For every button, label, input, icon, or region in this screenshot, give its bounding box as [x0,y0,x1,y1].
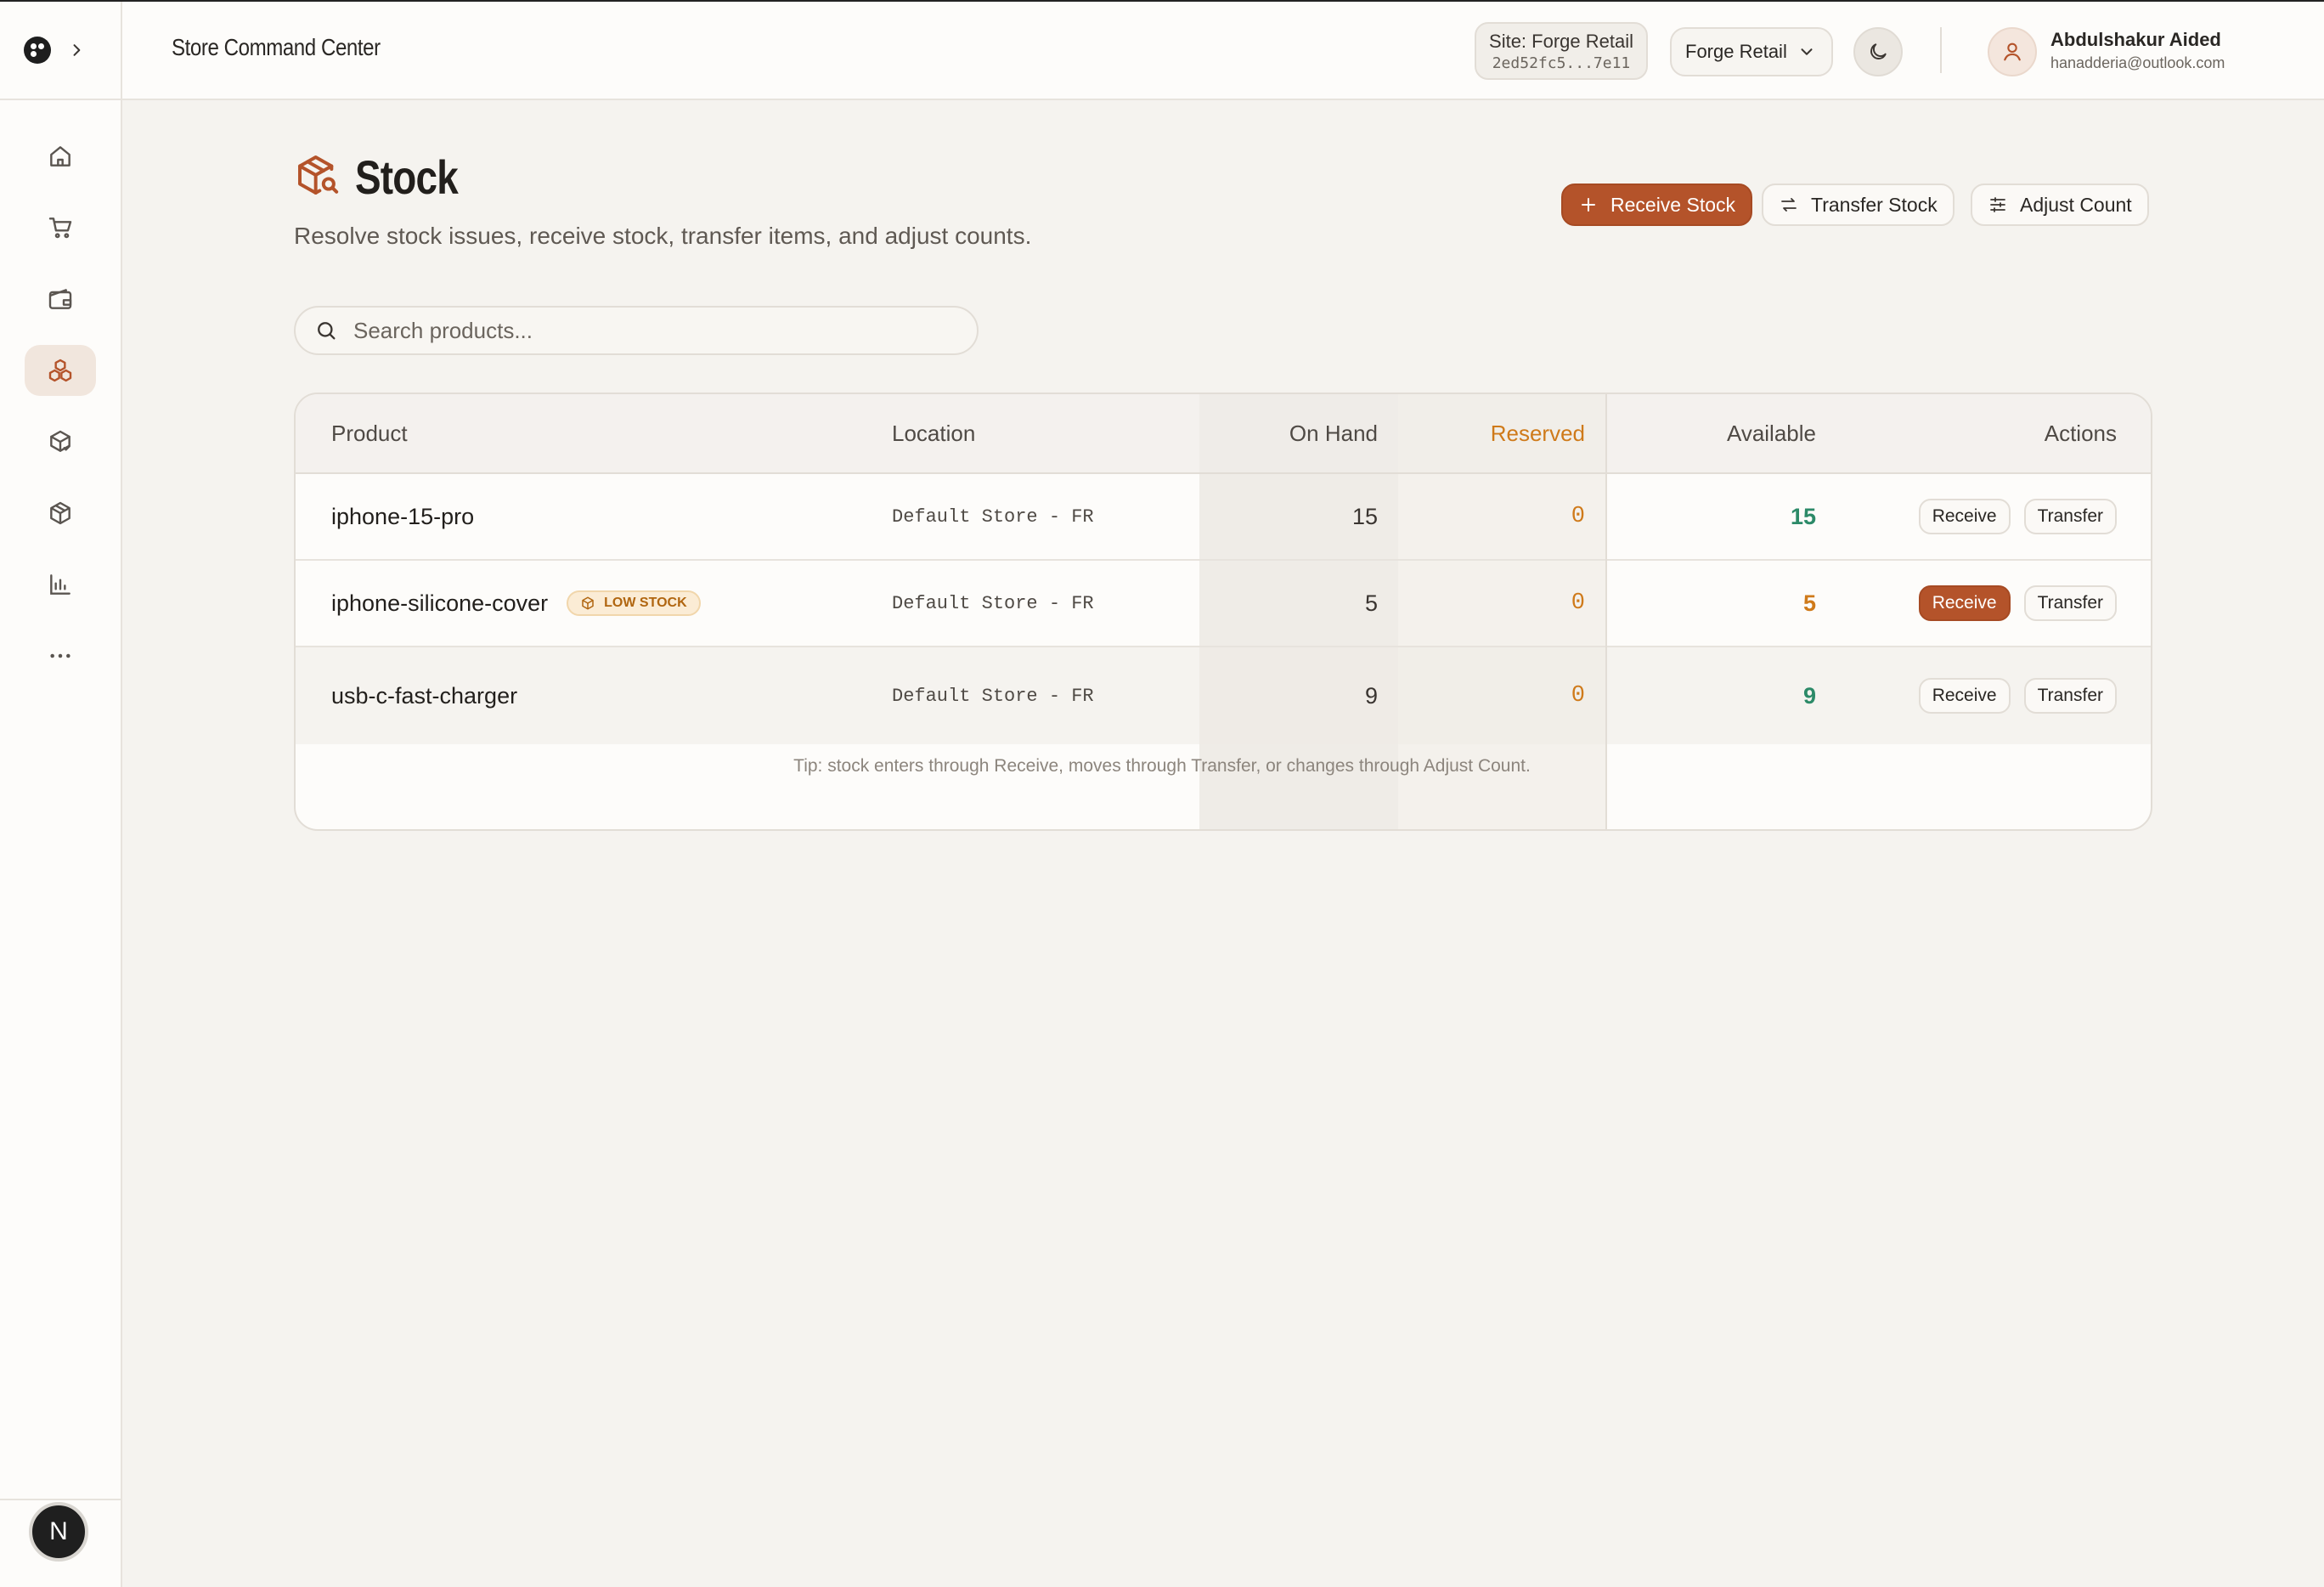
adjust-count-label: Adjust Count [2020,193,2132,216]
sidebar-header [0,2,121,100]
sidebar-divider [0,1499,121,1500]
page-title: Stock [355,150,459,204]
row-receive-button[interactable]: Receive [1918,499,2011,534]
transfer-stock-label: Transfer Stock [1811,193,1938,216]
actions-cell: Receive Transfer [1842,561,2117,646]
sidebar-item-stock[interactable] [25,345,96,396]
table-header-row: Product Location On Hand Reserved Availa… [296,394,2151,474]
product-name[interactable]: iphone-15-pro [331,504,474,530]
header-product[interactable]: Product [331,394,408,472]
transfer-stock-button[interactable]: Transfer Stock [1762,184,1955,226]
header-location[interactable]: Location [892,394,975,472]
workspace-avatar[interactable]: N [29,1502,88,1562]
search-bar[interactable] [294,306,979,355]
user-icon [2004,42,2021,61]
table-row[interactable]: iphone-silicone-cover LOW STOCK Default … [296,561,2151,647]
user-email: hanadderia@outlook.com [2050,54,2225,71]
user-name[interactable]: Abdulshakur Aided [2050,29,2221,51]
low-stock-badge-label: LOW STOCK [604,596,687,610]
reserved-cell: 0 [1571,504,1585,529]
receive-stock-label: Receive Stock [1610,193,1736,216]
sidebar-nav [0,100,121,681]
chevron-right-icon[interactable] [68,42,85,59]
product-cell: iphone-15-pro [331,474,474,559]
row-transfer-button[interactable]: Transfer [2023,585,2117,621]
on-hand-cell: 9 [1364,682,1378,709]
box-icon [50,501,71,525]
tenant-select[interactable]: Forge Retail [1670,27,1833,76]
site-label: Site: Forge Retail [1489,31,1633,52]
product-name[interactable]: usb-c-fast-charger [331,683,517,709]
topbar-divider [1940,27,1942,73]
sidebar-item-orders[interactable] [25,202,96,253]
site-chip[interactable]: Site: Forge Retail 2ed52fc5...7e11 [1475,22,1648,80]
table-row[interactable]: usb-c-fast-charger Default Store - FR 9 … [296,647,2151,744]
wallet-icon [48,289,72,309]
arrows-left-right-icon [1781,198,1797,212]
on-hand-cell: 15 [1351,503,1378,529]
app-window: N Store Command Center Site: Forge Retai… [0,0,2324,1587]
package-check-icon [50,430,71,452]
available-cell: 15 [1790,503,1816,529]
header-reserved[interactable]: Reserved [1398,394,1585,472]
home-icon [50,146,71,167]
table-row[interactable]: iphone-15-pro Default Store - FR 15 0 15… [296,474,2151,561]
sidebar-item-packages[interactable] [25,416,96,467]
actions-cell: Receive Transfer [1842,647,2117,744]
search-input[interactable] [353,317,948,344]
search-icon [318,322,336,340]
tenant-select-value: Forge Retail [1685,41,1787,62]
sidebar-item-more[interactable] [25,630,96,681]
row-transfer-button[interactable]: Transfer [2023,499,2117,534]
chevron-down-icon [1801,48,1813,55]
boxes-icon [48,359,72,382]
available-cell: 5 [1802,590,1816,616]
theme-toggle-button[interactable] [1853,27,1903,76]
location-cell: Default Store - FR [892,592,1094,614]
row-transfer-button[interactable]: Transfer [2023,678,2117,714]
sidebar-item-home[interactable] [25,131,96,182]
location-cell: Default Store - FR [892,685,1094,707]
package-search-icon [298,155,339,195]
header-actions: Actions [2044,420,2117,446]
bar-chart-icon [50,574,71,595]
sidebar: N [0,2,122,1587]
product-name[interactable]: iphone-silicone-cover [331,590,548,617]
cart-icon [48,217,72,239]
product-cell: usb-c-fast-charger [331,647,517,744]
page-subtitle: Resolve stock issues, receive stock, tra… [294,223,1032,249]
adjust-count-button[interactable]: Adjust Count [1971,184,2149,226]
package-icon [582,596,594,610]
reserved-cell: 0 [1571,683,1585,709]
row-receive-button[interactable]: Receive [1918,585,2011,621]
tip-text: Tip: stock enters through Receive, moves… [793,756,1531,776]
plus-icon [1582,198,1595,212]
product-cell: iphone-silicone-cover LOW STOCK [331,561,701,646]
main-content: Stock Resolve stock issues, receive stoc… [122,100,2324,1587]
user-avatar[interactable] [1988,27,2037,76]
sidebar-item-products[interactable] [25,488,96,539]
header-on-hand[interactable]: On Hand [1199,394,1378,472]
more-horizontal-icon [50,653,71,658]
app-logo-icon[interactable] [24,37,51,64]
sidebar-item-reports[interactable] [25,559,96,610]
site-id: 2ed52fc5...7e11 [1492,54,1631,72]
sidebar-item-wallet[interactable] [25,274,96,325]
sliders-icon [1990,197,2005,212]
row-receive-button[interactable]: Receive [1918,678,2011,714]
reserved-cell: 0 [1571,590,1585,616]
available-cell: 9 [1802,682,1816,709]
low-stock-badge: LOW STOCK [567,590,701,616]
actions-cell: Receive Transfer [1842,474,2117,559]
app-title: Store Command Center [172,34,381,60]
receive-stock-button[interactable]: Receive Stock [1561,184,1753,226]
header-available[interactable]: Available [1605,394,1816,472]
on-hand-cell: 5 [1364,590,1378,616]
moon-icon [1870,43,1887,59]
topbar: Store Command Center Site: Forge Retail … [122,2,2324,100]
location-cell: Default Store - FR [892,505,1094,528]
